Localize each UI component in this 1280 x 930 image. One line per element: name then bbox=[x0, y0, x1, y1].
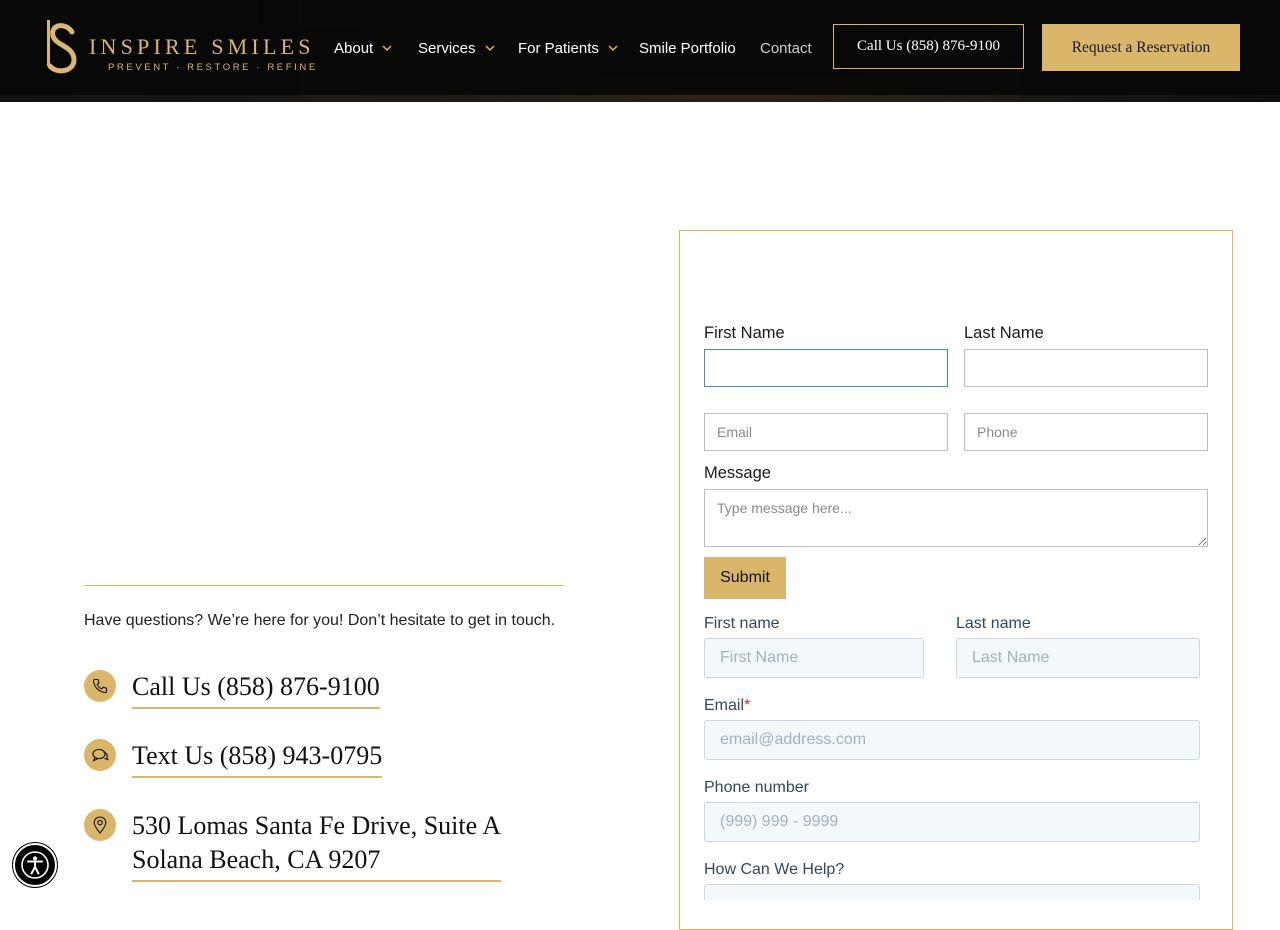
section-divider bbox=[84, 585, 564, 586]
message-textarea[interactable] bbox=[704, 489, 1208, 547]
contact-text[interactable]: Text Us (858) 943-0795 bbox=[84, 739, 383, 778]
nav-label: About bbox=[334, 39, 374, 57]
contact-address[interactable]: 530 Lomas Santa Fe Drive, Suite A Solana… bbox=[84, 809, 502, 882]
site-header: INSPIRE SMILES PREVENT · RESTORE · REFIN… bbox=[0, 0, 1280, 95]
last-name-input[interactable] bbox=[964, 349, 1208, 387]
email-field[interactable] bbox=[704, 413, 948, 451]
first-name-input[interactable] bbox=[704, 349, 948, 387]
submit-button[interactable]: Submit bbox=[704, 557, 786, 599]
last-name-input-2[interactable] bbox=[956, 638, 1200, 678]
required-asterisk: * bbox=[744, 697, 751, 714]
contact-phone-link: Call Us (858) 876-9100 bbox=[132, 670, 380, 709]
nav-item-smile-portfolio[interactable]: Smile Portfolio bbox=[639, 38, 736, 58]
nav-label: For Patients bbox=[518, 39, 599, 57]
nav-item-for-patients[interactable]: For Patients bbox=[518, 38, 618, 58]
logo-wordmark: INSPIRE SMILES bbox=[89, 34, 315, 59]
first-name-label: First Name bbox=[704, 324, 785, 342]
logo-tagline: PREVENT · RESTORE · REFINE bbox=[108, 62, 318, 73]
chevron-down-icon bbox=[608, 43, 618, 53]
chat-bubbles-icon bbox=[84, 739, 116, 771]
address-line-2[interactable]: Solana Beach, CA 9207 bbox=[132, 843, 501, 877]
first-name-label-2: First name bbox=[704, 615, 780, 632]
map-pin-icon bbox=[84, 809, 116, 841]
email-input-2[interactable] bbox=[704, 720, 1200, 760]
contact-text-link: Text Us (858) 943-0795 bbox=[132, 739, 383, 778]
phone-input-2[interactable] bbox=[704, 802, 1200, 842]
message-label: Message bbox=[704, 464, 771, 482]
last-name-label-2: Last name bbox=[956, 615, 1031, 632]
phone-icon bbox=[84, 670, 116, 702]
nav-item-about[interactable]: About bbox=[334, 38, 392, 58]
how-can-we-help-label: How Can We Help? bbox=[704, 861, 845, 878]
email-label-2: Email* bbox=[704, 697, 750, 715]
contact-phone[interactable]: Call Us (858) 876-9100 bbox=[84, 670, 380, 709]
first-name-input-2[interactable] bbox=[704, 638, 924, 678]
last-name-label: Last Name bbox=[964, 324, 1044, 342]
logo-monogram-icon bbox=[47, 20, 77, 74]
contact-intro-text: Have questions? We’re here for you! Don’… bbox=[84, 612, 556, 629]
how-can-we-help-select[interactable] bbox=[704, 884, 1200, 900]
address-line-1[interactable]: 530 Lomas Santa Fe Drive, Suite A bbox=[132, 809, 501, 843]
phone-field[interactable] bbox=[964, 413, 1208, 451]
contact-address-link: 530 Lomas Santa Fe Drive, Suite A Solana… bbox=[132, 809, 502, 882]
contact-phone-text[interactable]: Call Us (858) 876-9100 bbox=[132, 670, 380, 704]
chevron-down-icon bbox=[485, 43, 495, 53]
nav-item-contact[interactable]: Contact bbox=[760, 38, 812, 58]
phone-label-2: Phone number bbox=[704, 779, 809, 796]
email-label-text: Email bbox=[704, 697, 745, 714]
nav-label: Contact bbox=[760, 39, 812, 57]
nav-label: Smile Portfolio bbox=[639, 39, 736, 57]
site-logo[interactable]: INSPIRE SMILES PREVENT · RESTORE · REFIN… bbox=[44, 18, 315, 76]
accessibility-icon bbox=[21, 851, 49, 879]
contact-text-text[interactable]: Text Us (858) 943-0795 bbox=[132, 739, 382, 773]
nav-item-services[interactable]: Services bbox=[418, 38, 495, 58]
chevron-down-icon bbox=[382, 43, 392, 53]
call-us-button[interactable]: Call Us (858) 876-9100 bbox=[833, 24, 1024, 69]
request-reservation-button[interactable]: Request a Reservation bbox=[1042, 24, 1240, 71]
nav-label: Services bbox=[418, 39, 476, 57]
accessibility-button[interactable] bbox=[13, 843, 57, 887]
